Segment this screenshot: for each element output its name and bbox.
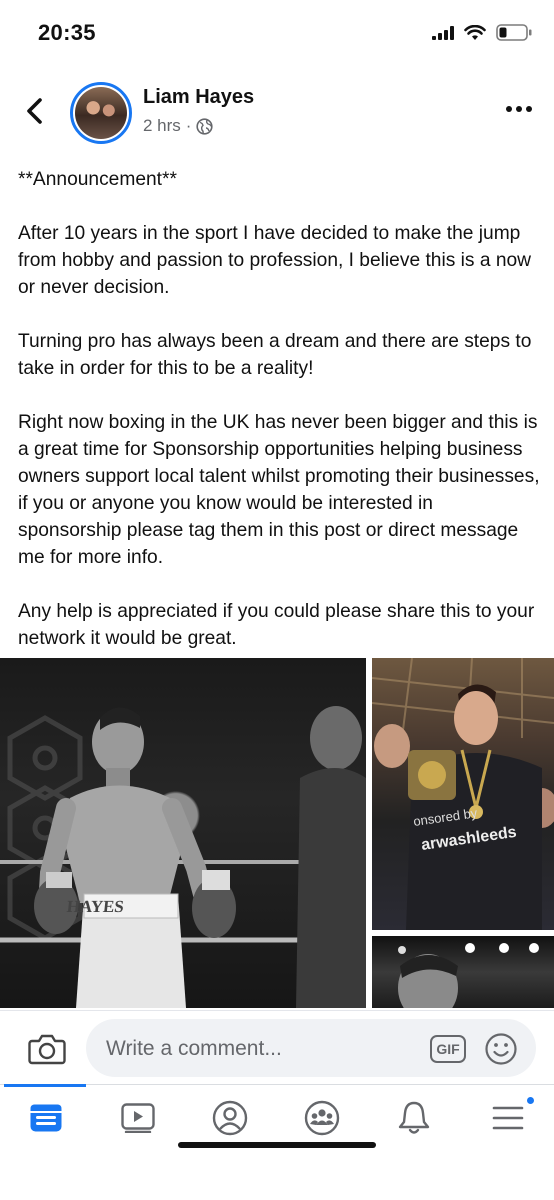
tab-watch[interactable] (92, 1085, 184, 1151)
dot-icon (506, 106, 512, 112)
tab-menu[interactable] (462, 1085, 554, 1151)
home-indicator (178, 1142, 376, 1148)
globe-icon (196, 117, 214, 135)
battery-icon (496, 24, 532, 41)
signal-icon (432, 25, 454, 40)
emoji-icon[interactable] (484, 1032, 518, 1066)
boxer-ring-photo[interactable]: HAYES (0, 658, 366, 1008)
more-options-button[interactable] (506, 106, 532, 112)
post-paragraph: Turning pro has always been a dream and … (18, 331, 532, 379)
wifi-icon (464, 24, 486, 40)
tab-notifications[interactable] (368, 1085, 460, 1151)
trunks-text: HAYES (66, 897, 125, 916)
sponsor-shirt-illustration: onsored by arwashleeds (372, 658, 554, 930)
dot-icon (526, 106, 532, 112)
comment-bar: Write a comment... GIF (0, 1010, 554, 1084)
active-tab-indicator (4, 1084, 86, 1087)
gif-button[interactable]: GIF (430, 1035, 466, 1063)
video-play-icon (121, 1103, 155, 1133)
tab-bar (0, 1084, 554, 1160)
menu-icon (492, 1106, 524, 1130)
news-feed-icon (30, 1104, 62, 1132)
status-time: 20:35 (38, 20, 96, 45)
post-header: Liam Hayes 2 hrs · (0, 76, 554, 148)
post-time[interactable]: 2 hrs (143, 116, 181, 136)
post-meta: 2 hrs · (143, 116, 214, 136)
status-icons (432, 24, 532, 41)
post-paragraph: Any help is appreciated if you could ple… (18, 601, 535, 649)
camera-icon[interactable] (28, 1033, 66, 1065)
post-text: **Announcement** After 10 years in the s… (18, 166, 540, 652)
tab-news-feed[interactable] (0, 1084, 92, 1151)
groups-icon (304, 1100, 340, 1136)
sponsor-shirt-photo[interactable]: onsored by arwashleeds (372, 658, 554, 930)
avatar[interactable] (70, 82, 132, 144)
boxer-closeup-photo[interactable] (372, 936, 554, 1008)
boxer-closeup-illustration (398, 943, 539, 1008)
post-paragraph: After 10 years in the sport I have decid… (18, 223, 532, 298)
status-bar: 20:35 (0, 0, 554, 64)
meta-separator: · (185, 116, 192, 135)
bell-icon (398, 1101, 430, 1134)
boxer-ring-illustration: HAYES (0, 706, 366, 1008)
dot-icon (516, 106, 522, 112)
comment-input[interactable]: Write a comment... GIF (86, 1019, 536, 1077)
author-name[interactable]: Liam Hayes (143, 86, 254, 109)
photo-grid: HAYES onsored by arwashleeds (0, 658, 554, 1008)
post-paragraph: Right now boxing in the UK has never bee… (18, 412, 540, 568)
notification-badge (525, 1095, 536, 1106)
avatar-photo (75, 87, 127, 139)
back-arrow-icon[interactable] (22, 96, 48, 126)
post-paragraph: **Announcement** (18, 169, 177, 190)
comment-placeholder: Write a comment... (106, 1037, 282, 1060)
profile-icon (212, 1100, 248, 1136)
